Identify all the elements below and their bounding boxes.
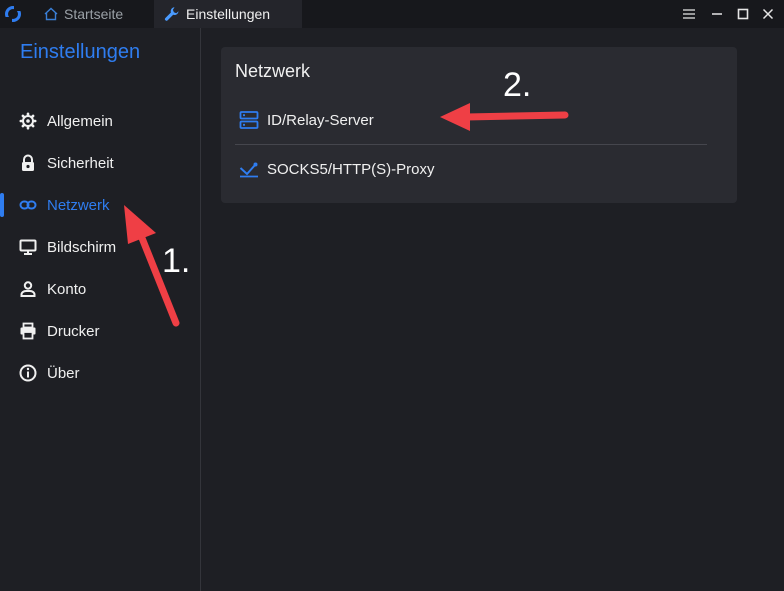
- server-icon: [239, 111, 259, 129]
- sidebar: Einstellungen Allgemein Sicherheit Netzw…: [0, 28, 201, 591]
- proxy-icon: [239, 162, 258, 178]
- sidebar-item-label: Konto: [47, 280, 87, 298]
- sidebar-item-label: Drucker: [47, 322, 100, 340]
- menu-icon: [683, 9, 695, 19]
- tab-label: Einstellungen: [186, 6, 271, 22]
- printer-icon: [20, 322, 36, 340]
- app-logo-icon: [5, 6, 21, 22]
- annotation-step-2: 2.: [503, 66, 532, 104]
- user-icon: [20, 281, 36, 297]
- sidebar-item-netzwerk[interactable]: Netzwerk: [0, 187, 200, 223]
- link-icon: [19, 200, 37, 210]
- sidebar-title: Einstellungen: [20, 41, 141, 63]
- menu-button[interactable]: [675, 0, 703, 28]
- card-title: Netzwerk: [235, 61, 311, 81]
- item-label: ID/Relay-Server: [267, 111, 374, 129]
- tab-startseite[interactable]: Startseite: [36, 0, 154, 28]
- wrench-icon: [164, 7, 179, 21]
- maximize-icon: [737, 8, 749, 20]
- sidebar-item-drucker[interactable]: Drucker: [0, 313, 200, 349]
- item-label: SOCKS5/HTTP(S)-Proxy: [267, 160, 435, 178]
- close-icon: [762, 8, 774, 20]
- sidebar-item-label: Über: [47, 364, 80, 382]
- sidebar-item-label: Sicherheit: [47, 154, 114, 172]
- sidebar-item-allgemein[interactable]: Allgemein: [0, 103, 200, 139]
- id-relay-server-item[interactable]: ID/Relay-Server: [221, 100, 737, 140]
- title-bar: Startseite Einstellungen: [0, 0, 784, 28]
- tab-einstellungen[interactable]: Einstellungen: [154, 0, 302, 28]
- minimize-button[interactable]: [703, 0, 731, 28]
- maximize-button[interactable]: [729, 0, 757, 28]
- annotation-step-1: 1.: [162, 242, 191, 280]
- home-icon: [44, 7, 58, 21]
- sidebar-item-label: Allgemein: [47, 112, 113, 130]
- sidebar-item-sicherheit[interactable]: Sicherheit: [0, 145, 200, 181]
- socks5-proxy-item[interactable]: SOCKS5/HTTP(S)-Proxy: [221, 149, 737, 189]
- minimize-icon: [712, 13, 722, 15]
- gear-icon: [19, 112, 37, 130]
- sidebar-item-ueber[interactable]: Über: [0, 355, 200, 391]
- monitor-icon: [19, 239, 37, 255]
- info-icon: [19, 364, 37, 382]
- sidebar-item-label: Netzwerk: [47, 196, 110, 214]
- tab-label: Startseite: [64, 6, 124, 22]
- main-content: Netzwerk ID/Relay-Server SOCKS5/HTTP(S)-…: [201, 28, 784, 591]
- lock-icon: [22, 154, 34, 171]
- network-card: Netzwerk ID/Relay-Server SOCKS5/HTTP(S)-…: [221, 47, 737, 203]
- active-indicator: [0, 193, 4, 217]
- divider: [235, 144, 707, 145]
- sidebar-item-label: Bildschirm: [47, 238, 117, 256]
- close-button[interactable]: [754, 0, 782, 28]
